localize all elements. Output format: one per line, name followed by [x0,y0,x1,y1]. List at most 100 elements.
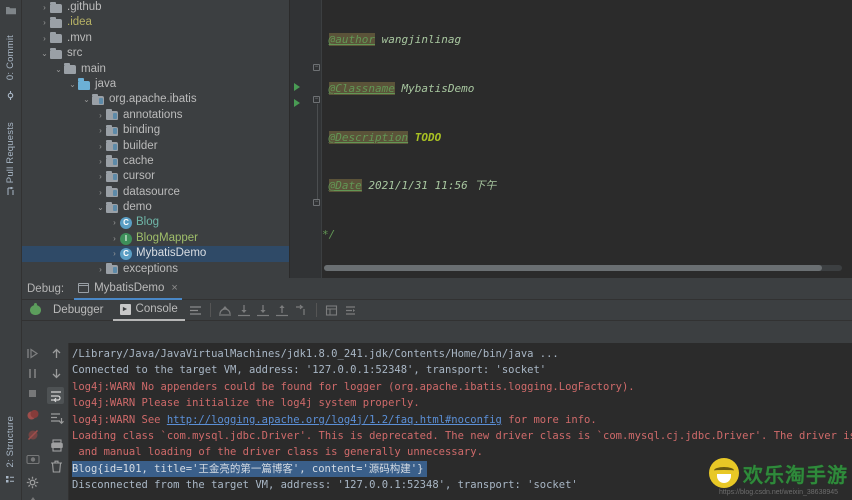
tree-item-exceptions[interactable]: › exceptions [22,262,289,277]
sidebar-item-structure[interactable]: 2: Structure [0,400,22,484]
debug-toolbar[interactable]: Debugger ► Console [22,300,852,321]
chevron-down-icon[interactable]: ⌄ [81,92,92,107]
layout-settings-icon[interactable] [187,302,204,318]
chevron-right-icon[interactable]: › [95,123,106,138]
chevron-right-icon[interactable]: › [95,139,106,154]
code-line-classname: @Classname MybatisDemo [328,82,475,95]
resume-program-icon[interactable] [24,345,41,362]
chevron-down-icon[interactable]: ⌄ [67,77,78,92]
evaluate-expression-icon[interactable] [323,302,340,318]
package-icon [106,140,119,152]
chevron-right-icon[interactable]: › [95,185,106,200]
tree-item-mybatisdemo[interactable]: › C MybatisDemo [22,246,289,262]
tab-console[interactable]: ► Console [112,300,185,321]
tree-item-main[interactable]: ⌄ main [22,62,289,77]
stop-icon[interactable] [24,385,41,402]
run-method-gutter-icon[interactable] [294,99,300,107]
tree-item-builder[interactable]: › builder [22,139,289,154]
tree-item-blog[interactable]: › C Blog [22,215,289,230]
folder-icon [50,16,63,29]
tree-item-java[interactable]: ⌄ java [22,77,289,92]
close-icon[interactable]: × [171,277,177,299]
chevron-right-icon[interactable]: › [95,169,106,184]
chevron-right-icon[interactable]: › [95,154,106,169]
console-actions-column[interactable] [44,343,69,500]
step-over-icon[interactable] [217,302,234,318]
debug-title: Debug: [27,282,65,295]
tree-item-org-apache-ibatis[interactable]: ⌄ org.apache.ibatis [22,92,289,107]
tab-debugger[interactable]: Debugger [46,300,111,321]
source-code[interactable]: @author wangjinlinag @Classname MybatisD… [322,0,852,270]
settings-gear-icon[interactable] [24,474,41,491]
code-editor[interactable]: − − − @author wangjinlinag @Classname My… [290,0,852,278]
step-into-icon[interactable] [236,302,253,318]
soft-wrap-icon[interactable] [342,302,359,318]
pull-request-icon [7,187,14,195]
tree-item-cache[interactable]: › cache [22,154,289,169]
project-folder-icon[interactable] [5,3,17,15]
sidebar-item-pull-requests[interactable]: Pull Requests [0,110,22,196]
chevron-right-icon[interactable]: › [39,31,50,46]
tree-item-label: demo [123,201,152,214]
debug-actions-column-left[interactable] [22,343,44,500]
code-line-description: @Description TODO [328,130,442,144]
console-line: log4j:WARN See http://logging.apache.org… [69,412,852,428]
tree-item--mvn[interactable]: › .mvn [22,31,289,46]
soft-wrap-console-icon[interactable] [47,387,64,404]
chevron-right-icon[interactable]: › [95,108,106,123]
console-line: log4j:WARN No appenders could be found f… [72,380,635,393]
tree-item-binding[interactable]: › binding [22,123,289,138]
run-class-gutter-icon[interactable] [294,83,300,91]
mute-breakpoints-icon[interactable] [24,426,41,443]
editor-fold-column[interactable]: − − − [312,0,322,278]
force-step-into-icon[interactable] [255,302,272,318]
editor-gutter[interactable] [290,0,312,278]
tree-item-blogmapper[interactable]: › I BlogMapper [22,231,289,246]
scroll-up-icon[interactable] [48,345,65,362]
console-link[interactable]: http://logging.apache.org/log4j/1.2/faq.… [167,414,502,426]
debug-session-name: MybatisDemo [94,282,165,294]
structure-icon [6,476,14,483]
chevron-right-icon[interactable]: › [109,231,120,246]
pause-program-icon[interactable] [24,365,41,382]
package-icon [106,186,119,198]
console-selected-line[interactable]: Blog{id=101, title='王金亮的第一篇博客', content=… [72,460,428,478]
chevron-down-icon[interactable]: ⌄ [53,62,64,77]
console-output[interactable]: /Library/Java/JavaVirtualMachines/jdk1.8… [69,343,852,500]
pin-icon[interactable] [24,493,41,500]
chevron-down-icon[interactable]: ⌄ [95,200,106,215]
tree-item-annotations[interactable]: › annotations [22,108,289,123]
tree-item--idea[interactable]: › .idea [22,15,289,30]
project-tree[interactable]: › .github › .idea › .mvn ⌄ src ⌄ main ⌄ java ⌄ org.ap… [22,0,290,278]
chevron-right-icon[interactable]: › [109,215,120,230]
tree-item-src[interactable]: ⌄ src [22,46,289,61]
fold-marker-method[interactable]: − [313,96,320,103]
screenshot-icon[interactable] [24,450,41,467]
view-breakpoints-icon[interactable] [24,406,41,423]
print-icon[interactable] [48,437,65,454]
trash-icon[interactable] [48,458,65,475]
chevron-right-icon[interactable]: › [109,246,120,261]
fold-marker-javadoc[interactable]: − [313,64,320,71]
chevron-right-icon[interactable]: › [39,15,50,30]
fold-marker-method-end[interactable]: − [313,199,320,206]
tree-item-cursor[interactable]: › cursor [22,169,289,184]
editor-horizontal-scrollbar[interactable] [324,265,842,271]
tree-item-datasource[interactable]: › datasource [22,185,289,200]
scroll-to-end-icon[interactable] [48,410,65,427]
step-out-icon[interactable] [274,302,291,318]
run-to-cursor-icon[interactable] [293,302,310,318]
chevron-right-icon[interactable]: › [95,262,106,277]
tree-item--github[interactable]: › .github [22,0,289,15]
code-line-javadoc-close: */ [322,227,336,241]
package-icon [106,201,119,213]
scroll-down-icon[interactable] [48,365,65,382]
debug-session-tab[interactable]: MybatisDemo × [74,278,182,300]
debug-run-icon[interactable] [26,302,44,318]
chevron-right-icon[interactable]: › [39,0,50,15]
chevron-down-icon[interactable]: ⌄ [39,46,50,61]
tree-item-demo[interactable]: ⌄ demo [22,200,289,215]
sidebar-item-commit[interactable]: 0: Commit [0,16,22,100]
package-icon [106,109,119,121]
